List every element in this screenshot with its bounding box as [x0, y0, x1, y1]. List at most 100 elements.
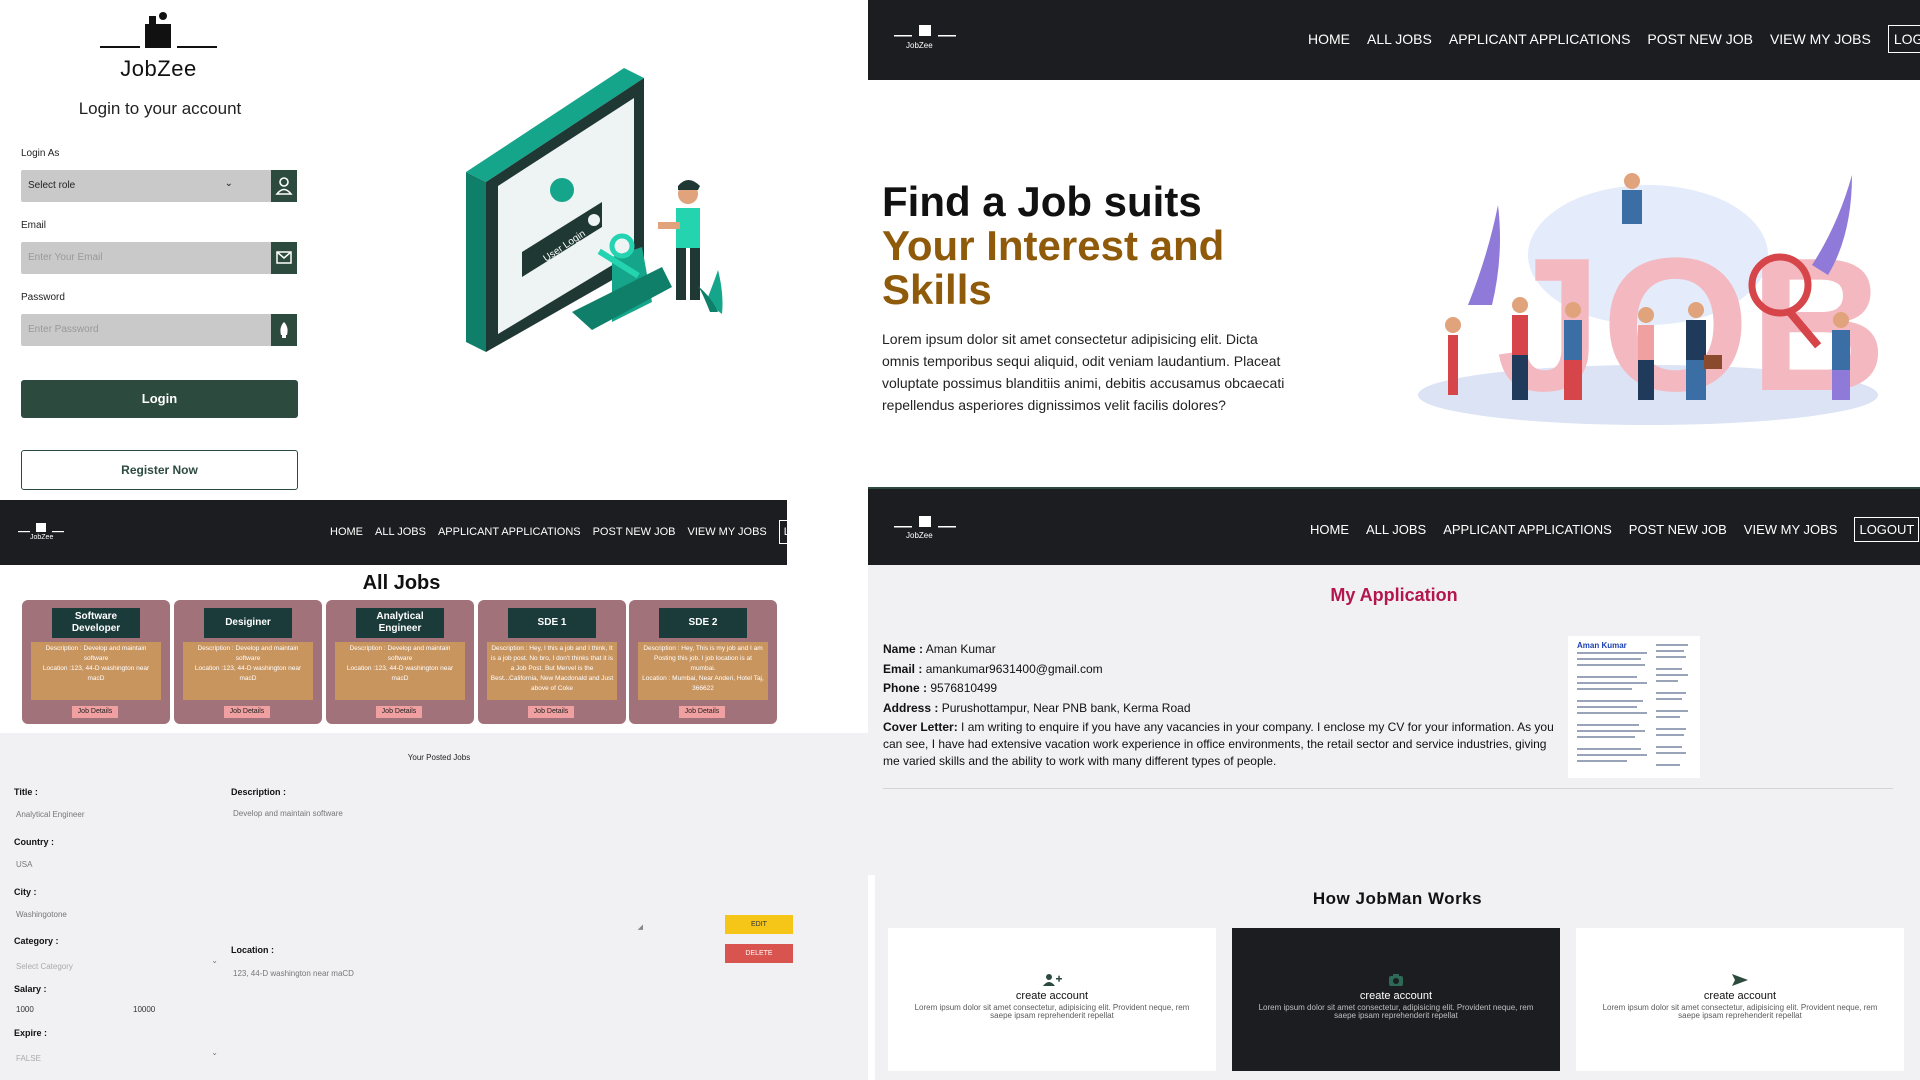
hero-title: Find a Job suits	[882, 178, 1202, 225]
applicant-address: Address : Purushottampur, Near PNB bank,…	[883, 700, 1563, 717]
how-card-title: create account	[1703, 990, 1777, 1002]
password-field[interactable]: Enter Password	[21, 314, 297, 346]
description-textarea[interactable]: Develop and maintain software ◢	[231, 803, 643, 931]
how-card: create account Lorem ipsum dolor sit ame…	[1576, 928, 1904, 1071]
nav-post-new-job[interactable]: POST NEW JOB	[1629, 522, 1727, 537]
job-description: Description : Develop and maintain softw…	[31, 642, 161, 700]
nav-all-jobs[interactable]: ALL JOBS	[1367, 31, 1432, 47]
nav-applicant-applications[interactable]: APPLICANT APPLICATIONS	[438, 526, 581, 538]
hero-section: Find a Job suits Your Interest and Skill…	[868, 80, 1920, 487]
job-details-button[interactable]: Job Details	[224, 706, 270, 718]
job-description-text: Description : Hey, I this a job and I th…	[490, 645, 614, 692]
job-location-text: Location :123, 44-D washington near macD	[194, 665, 302, 682]
camera-icon	[1232, 973, 1560, 990]
location-input[interactable]: 123, 44-D washington near maCD	[233, 969, 354, 978]
job-description: Description : Hey, I this a job and I th…	[487, 642, 617, 700]
nav-applicant-applications[interactable]: APPLICANT APPLICATIONS	[1443, 522, 1612, 537]
chevron-down-icon: ⌄	[211, 1048, 218, 1057]
location-label: Location :	[231, 945, 274, 955]
country-input[interactable]: USA	[16, 860, 32, 869]
hero-description: Lorem ipsum dolor sit amet consectetur a…	[882, 331, 1285, 413]
job-details-button[interactable]: Job Details	[528, 706, 574, 718]
job-card: Desiginer Description : Develop and main…	[174, 600, 322, 724]
nav-all-jobs[interactable]: ALL JOBS	[1366, 522, 1426, 537]
job-details-button[interactable]: Job Details	[376, 706, 422, 718]
job-description: Description : Develop and maintain softw…	[335, 642, 465, 700]
job-card: Software Developer Description : Develop…	[22, 600, 170, 724]
nav-view-my-jobs[interactable]: VIEW MY JOBS	[1770, 31, 1871, 47]
phone-label: Phone :	[883, 681, 927, 695]
category-select[interactable]: Select Category ⌄	[16, 956, 218, 971]
how-card: create account Lorem ipsum dolor sit ame…	[1232, 928, 1560, 1071]
nav-brand: JobZee	[906, 531, 933, 540]
register-button[interactable]: Register Now	[21, 450, 298, 490]
all-jobs-section: All Jobs Software Developer Description …	[0, 566, 787, 734]
job-title: Software Developer	[52, 608, 140, 638]
job-title: SDE 2	[659, 608, 747, 638]
category-label: Category :	[14, 936, 59, 946]
role-select[interactable]: Select role ⌄	[21, 170, 297, 202]
nav-brand: JobZee	[30, 534, 54, 541]
nav-home[interactable]: HOME	[330, 526, 363, 538]
user-plus-icon	[888, 973, 1216, 990]
job-title: Analytical Engineer	[356, 608, 444, 638]
cover-letter: Cover Letter: I am writing to enquire if…	[883, 719, 1563, 770]
title-label: Title :	[14, 787, 38, 797]
edit-button[interactable]: EDIT	[725, 915, 793, 934]
application-navbar: JobZee HOME ALL JOBS APPLICANT APPLICATI…	[868, 489, 1920, 565]
delete-button[interactable]: DELETE	[725, 944, 793, 963]
job-description-text: Description : Develop and maintain softw…	[349, 645, 451, 662]
resume-thumbnail[interactable]: Aman Kumar	[1568, 636, 1700, 778]
nav-all-jobs[interactable]: ALL JOBS	[375, 526, 426, 538]
logout-button[interactable]: LOGOUT	[1854, 517, 1920, 542]
logout-button[interactable]: LOGOUT	[1887, 25, 1920, 53]
job-description-text: Description : Develop and maintain softw…	[45, 645, 147, 662]
login-illustration: User Login	[466, 68, 723, 352]
phone-value: 9576810499	[930, 681, 998, 695]
job-description: Description : Develop and maintain softw…	[183, 642, 313, 700]
resize-handle-icon[interactable]: ◢	[638, 923, 643, 931]
job-details-button[interactable]: Job Details	[72, 706, 118, 718]
city-input[interactable]: Washingotone	[16, 910, 67, 919]
category-select-value: Select Category	[16, 962, 73, 971]
expire-select[interactable]: FALSE ⌄	[16, 1048, 218, 1063]
salary-to-input[interactable]: 10000	[133, 1005, 155, 1014]
password-placeholder: Enter Password	[28, 324, 99, 335]
all-jobs-title: All Jobs	[362, 572, 441, 594]
jobs-navbar: JobZee HOME ALL JOBS APPLICANT APPLICATI…	[0, 500, 836, 565]
hero-subtitle: Your Interest and Skills	[882, 222, 1225, 313]
nav-menu: HOME ALL JOBS APPLICANT APPLICATIONS POS…	[1310, 517, 1920, 542]
login-title: Login to your account	[78, 99, 242, 118]
nav-menu: HOME ALL JOBS APPLICANT APPLICATIONS POS…	[330, 520, 836, 544]
nav-view-my-jobs[interactable]: VIEW MY JOBS	[688, 526, 767, 538]
address-value: Purushottampur, Near PNB bank, Kerma Roa…	[941, 701, 1191, 715]
nav-home[interactable]: HOME	[1308, 31, 1350, 47]
job-location-text: Location :123, 44-D washington near macD	[346, 665, 454, 682]
title-input[interactable]: Analytical Engineer	[16, 810, 84, 819]
login-button[interactable]: Login	[21, 380, 298, 418]
nav-post-new-job[interactable]: POST NEW JOB	[593, 526, 676, 538]
job-card: SDE 1 Description : Hey, I this a job an…	[478, 600, 626, 724]
nav-menu: HOME ALL JOBS APPLICANT APPLICATIONS POS…	[1308, 25, 1920, 53]
nav-post-new-job[interactable]: POST NEW JOB	[1647, 31, 1753, 47]
my-application-title: My Application	[1330, 585, 1458, 605]
how-card: create account Lorem ipsum dolor sit ame…	[888, 928, 1216, 1071]
logout-button[interactable]: LOGOUT	[778, 520, 836, 544]
expire-select-value: FALSE	[16, 1054, 41, 1063]
cover-letter-label: Cover Letter:	[883, 720, 958, 734]
how-it-works-section: How JobMan Works create account Lorem ip…	[875, 875, 1920, 1080]
email-label: Email	[21, 220, 47, 231]
nav-home[interactable]: HOME	[1310, 522, 1349, 537]
job-description-text: Description : Develop and maintain softw…	[197, 645, 299, 662]
salary-from-input[interactable]: 1000	[16, 1005, 34, 1014]
job-location-text: Location : Mumbai, Near Anderi, Hotel Ta…	[642, 675, 764, 692]
nav-view-my-jobs[interactable]: VIEW MY JOBS	[1744, 522, 1838, 537]
job-details-button[interactable]: Job Details	[679, 706, 725, 718]
chevron-down-icon: ⌄	[224, 178, 233, 189]
password-label: Password	[21, 292, 65, 303]
brand-name: JobZee	[120, 56, 197, 81]
email-field[interactable]: Enter Your Email	[21, 242, 297, 274]
user-icon	[271, 170, 297, 202]
how-card-text: Lorem ipsum dolor sit amet consectetur, …	[1602, 1003, 1878, 1020]
nav-applicant-applications[interactable]: APPLICANT APPLICATIONS	[1449, 31, 1631, 47]
